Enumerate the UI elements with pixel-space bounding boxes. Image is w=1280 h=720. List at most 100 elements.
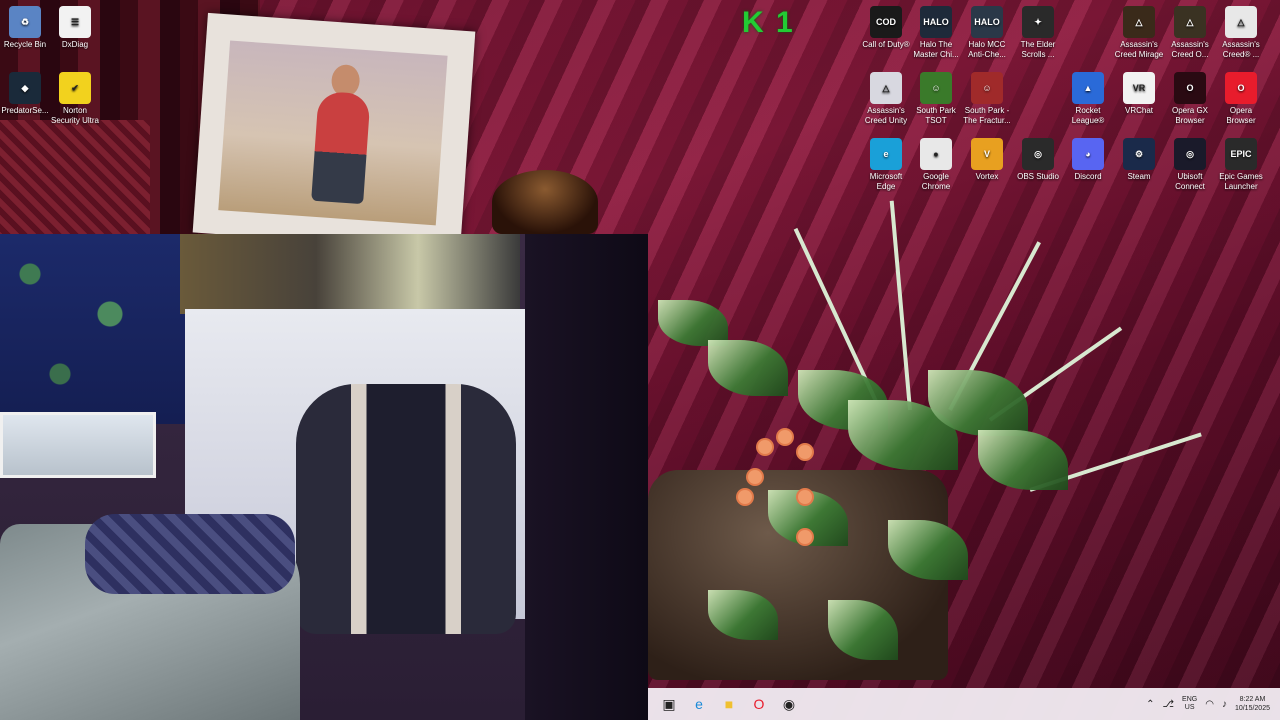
tray-volume-icon[interactable]: ♪ [1222, 699, 1227, 710]
cam-window [0, 412, 156, 478]
opera-gx-icon: O [1174, 72, 1206, 104]
cam-doorway [525, 234, 648, 720]
taskbar-opera-icon[interactable]: O [744, 689, 774, 719]
desktop-icon-south-park-tsot[interactable]: ☺ South Park TSOT [911, 68, 961, 126]
desktop-icon-label: Rocket League® [1071, 106, 1105, 125]
desktop-icon-label: Opera Browser [1226, 106, 1256, 125]
taskbar-obs-icon[interactable]: ◉ [774, 689, 804, 719]
taskbar-edge-icon[interactable]: e [684, 689, 714, 719]
steam-icon: ⚙ [1123, 138, 1155, 170]
desktop-icon-ubisoft[interactable]: ◎ Ubisoft Connect [1165, 134, 1215, 192]
desktop-icon-dxdiag[interactable]: ☰ DxDiag [50, 2, 100, 50]
call-of-duty-icon: COD [870, 6, 902, 38]
desktop-icon-label: Discord [1074, 172, 1102, 181]
system-tray: ⌃ ⎇ ENG US ◠ ♪ 8:22 AM 10/15/2025 [1146, 695, 1280, 713]
desktop-icon-recycle-bin[interactable]: ♻ Recycle Bin [0, 2, 50, 50]
taskbar-file-explorer-icon[interactable]: ■ [714, 689, 744, 719]
wallpaper-plant [648, 190, 1208, 690]
plant-flower [758, 440, 772, 454]
edge-icon: e [870, 138, 902, 170]
desktop-icon-label: VRChat [1124, 106, 1153, 115]
vortex-icon: V [971, 138, 1003, 170]
desktop-icon-obs[interactable]: ◎ OBS Studio [1013, 134, 1063, 182]
desktop-icon-label: The Elder Scrolls ... [1020, 40, 1056, 59]
desktop-icon-label: OBS Studio [1017, 172, 1059, 181]
tray-language-region: US [1184, 704, 1195, 711]
plant-flower [738, 490, 752, 504]
chrome-icon: ● [920, 138, 952, 170]
ac-mirage-icon: △ [1123, 6, 1155, 38]
tray-wifi-icon[interactable]: ◠ [1205, 699, 1214, 710]
south-park-tsot-icon: ☺ [920, 72, 952, 104]
desktop-icon-ac-other[interactable]: △ Assassin's Creed® ... [1216, 2, 1266, 60]
desktop-icon-label: Assassin's Creed Unity [864, 106, 908, 125]
cam-tapestry-top [180, 234, 520, 314]
epic-icon: EPIC [1225, 138, 1257, 170]
desktop-icon-rocket-league[interactable]: ▲ Rocket League® [1063, 68, 1113, 126]
desktop-icon-label: Recycle Bin [3, 40, 47, 49]
desktop-icon-label: Opera GX Browser [1171, 106, 1208, 125]
south-park-fbw-icon: ☺ [971, 72, 1003, 104]
opera-icon: O [1225, 72, 1257, 104]
dxdiag-icon: ☰ [59, 6, 91, 38]
desktop-icon-ac-unity[interactable]: △ Assassin's Creed Unity [861, 68, 911, 126]
desktop-icon-halo-mcc[interactable]: HALO Halo MCC Anti-Che... [962, 2, 1012, 60]
desktop-icon-label: South Park - The Fractur... [963, 106, 1011, 125]
wallpaper-carpet [0, 120, 150, 240]
tray-microphone-icon[interactable]: ⎇ [1163, 699, 1175, 710]
tray-overflow-chevron-icon[interactable]: ⌃ [1146, 699, 1154, 710]
desktop-icon-vrchat[interactable]: VR VRChat [1114, 68, 1164, 116]
desktop-icon-ac-odyssey[interactable]: △ Assassin's Creed O... [1165, 2, 1215, 60]
desktop-icon-norton[interactable]: ✔ Norton Security Ultra [50, 68, 100, 126]
desktop-icon-label: Assassin's Creed Mirage [1114, 40, 1164, 59]
wallpaper-lamp [492, 170, 598, 234]
halo-mc-icon: HALO [920, 6, 952, 38]
desktop-icon-discord[interactable]: ◕ Discord [1063, 134, 1113, 182]
desktop-icon-predatorsense[interactable]: ◆ PredatorSe... [0, 68, 50, 116]
desktop-icon-opera[interactable]: O Opera Browser [1216, 68, 1266, 126]
desktop-icon-call-of-duty[interactable]: COD Call of Duty® [861, 2, 911, 50]
taskbar: ▣ e ■ O ◉ ⌃ ⎇ ENG US ◠ ♪ 8:22 AM 10/15/2025 [648, 688, 1280, 720]
elder-scrolls-icon: ✦ [1022, 6, 1054, 38]
desktop-icon-epic[interactable]: EPIC Epic Games Launcher [1216, 134, 1266, 192]
tray-clock[interactable]: 8:22 AM 10/15/2025 [1235, 695, 1270, 713]
desktop-icon-halo-mc[interactable]: HALO Halo The Master Chi... [911, 2, 961, 60]
desktop-icon-ac-mirage[interactable]: △ Assassin's Creed Mirage [1114, 2, 1164, 60]
tray-time: 8:22 AM [1239, 696, 1266, 703]
overlay-k1-logo: K 1 [742, 6, 795, 39]
taskbar-task-view-icon[interactable]: ▣ [654, 689, 684, 719]
desktop-icon-vortex[interactable]: V Vortex [962, 134, 1012, 182]
cam-gaming-chair [296, 384, 516, 634]
desktop-icon-label: Assassin's Creed® ... [1222, 40, 1260, 59]
desktop-icon-edge[interactable]: e Microsoft Edge [861, 134, 911, 192]
plant-flower [748, 470, 762, 484]
desktop-icon-elder-scrolls[interactable]: ✦ The Elder Scrolls ... [1013, 2, 1063, 60]
desktop-icon-steam[interactable]: ⚙ Steam [1114, 134, 1164, 182]
desktop-icon-label: Microsoft Edge [869, 172, 903, 191]
desktop-icon-chrome[interactable]: ● Google Chrome [911, 134, 961, 192]
discord-icon: ◕ [1072, 138, 1104, 170]
plant-leaf [978, 430, 1068, 490]
desktop-icon-label: Steam [1127, 172, 1151, 181]
tray-date: 10/15/2025 [1234, 705, 1270, 712]
desktop-icon-label: South Park TSOT [916, 106, 956, 125]
wallpaper-picture-frame [192, 12, 476, 252]
desktop-icon-label: Google Chrome [921, 172, 951, 191]
rocket-league-icon: ▲ [1072, 72, 1104, 104]
cam-tapestry-left [0, 234, 190, 424]
desktop-icon-south-park-fbw[interactable]: ☺ South Park - The Fractur... [962, 68, 1012, 126]
plant-flower [798, 530, 812, 544]
cam-blanket [85, 514, 295, 594]
desktop-icon-label: PredatorSe... [1, 106, 49, 115]
wallpaper-photo [218, 40, 448, 226]
halo-mcc-icon: HALO [971, 6, 1003, 38]
desktop-icon-label: DxDiag [61, 40, 89, 49]
plant-leaf [708, 340, 788, 396]
plant-blade [889, 200, 912, 411]
desktop-icon-label: Norton Security Ultra [50, 106, 99, 125]
ac-unity-icon: △ [870, 72, 902, 104]
desktop-icon-label: Assassin's Creed O... [1171, 40, 1209, 59]
tray-language[interactable]: ENG US [1182, 696, 1197, 712]
desktop-icon-label: Halo MCC Anti-Che... [968, 40, 1006, 59]
desktop-icon-opera-gx[interactable]: O Opera GX Browser [1165, 68, 1215, 126]
